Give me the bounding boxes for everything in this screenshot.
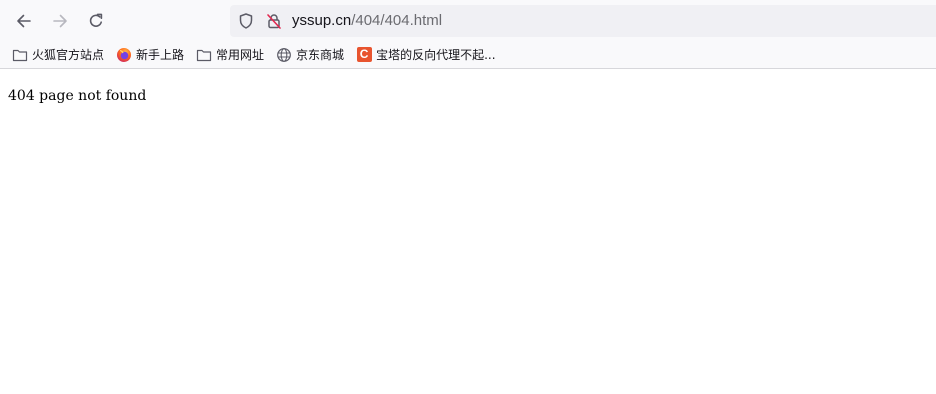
bookmark-label: 宝塔的反向代理不起... — [376, 48, 496, 62]
back-button[interactable] — [9, 6, 39, 36]
shield-icon[interactable] — [237, 12, 255, 30]
error-message: 404 page not found — [8, 88, 147, 104]
page-content: 404 page not found — [0, 70, 936, 394]
c-logo-icon: C — [356, 47, 372, 63]
reload-icon — [87, 12, 105, 30]
bookmarks-toolbar: 火狐官方站点 新手上路 常用网址 京东商城 C 宝塔的反向代理不起... — [0, 41, 936, 69]
bookmark-label: 火狐官方站点 — [32, 48, 105, 62]
bookmark-jd-mall[interactable]: 京东商城 — [272, 43, 348, 67]
arrow-left-icon — [15, 12, 33, 30]
browser-window: yssup.cn/404/404.html 火狐官方站点 新手上路 常用网址 京… — [0, 0, 936, 394]
url-domain: yssup.cn — [292, 12, 352, 29]
folder-icon — [196, 47, 212, 63]
reload-button[interactable] — [81, 6, 111, 36]
firefox-icon — [116, 47, 132, 63]
bookmark-label: 京东商城 — [296, 48, 345, 62]
url-path: /404/404.html — [351, 12, 443, 29]
forward-button[interactable] — [45, 6, 75, 36]
folder-icon — [12, 47, 28, 63]
bookmark-folder-firefox-official[interactable]: 火狐官方站点 — [8, 43, 108, 67]
insecure-lock-icon[interactable] — [265, 12, 283, 30]
bookmark-getting-started[interactable]: 新手上路 — [112, 43, 188, 67]
arrow-right-icon — [51, 12, 69, 30]
c-logo-letter: C — [356, 47, 372, 62]
globe-icon — [276, 47, 292, 63]
address-bar[interactable]: yssup.cn/404/404.html — [230, 5, 936, 37]
bookmark-baota-reverse-proxy[interactable]: C 宝塔的反向代理不起... — [352, 43, 499, 67]
bookmark-folder-common-sites[interactable]: 常用网址 — [192, 43, 268, 67]
bookmark-label: 新手上路 — [136, 48, 185, 62]
url-text[interactable]: yssup.cn/404/404.html — [292, 12, 442, 30]
bookmark-label: 常用网址 — [216, 48, 265, 62]
navigation-toolbar: yssup.cn/404/404.html — [0, 0, 936, 41]
